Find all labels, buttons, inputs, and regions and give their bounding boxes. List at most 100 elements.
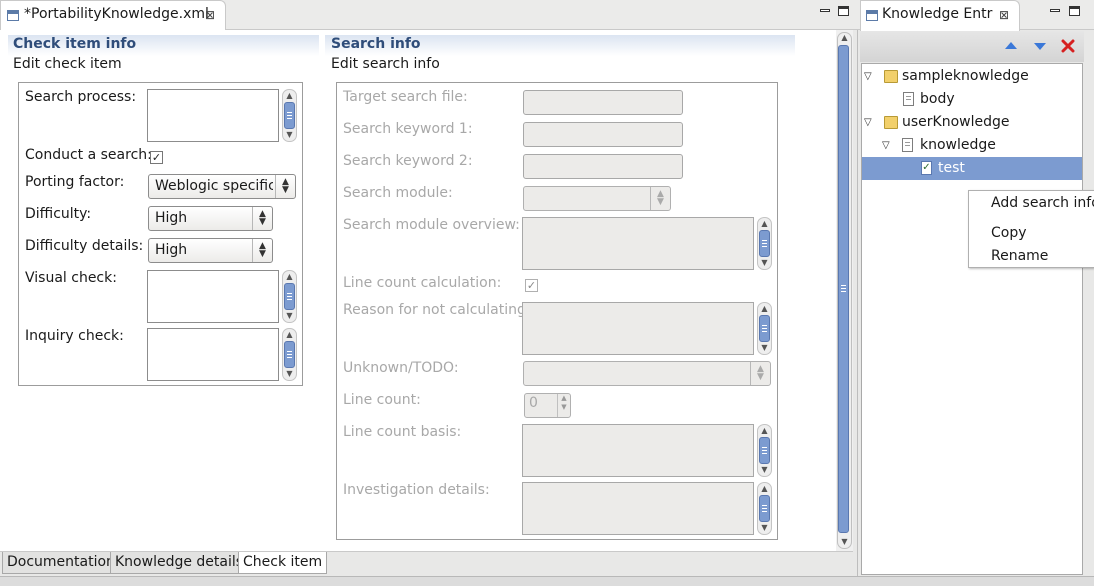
close-icon[interactable]: ⊠: [999, 8, 1009, 22]
porting-factor-label: Porting factor:: [25, 174, 125, 190]
expanded-twisty-icon[interactable]: ▽: [864, 65, 872, 88]
menu-item-rename[interactable]: Rename: [991, 248, 1048, 264]
menu-item-add-search-info[interactable]: Add search info: [991, 195, 1094, 211]
investigation-details-field[interactable]: [522, 482, 754, 535]
file-icon: [902, 138, 913, 152]
target-search-file-label: Target search file:: [343, 89, 468, 105]
search-info-group: Target search file: Search keyword 1: Se…: [336, 82, 778, 540]
folder-icon: [884, 116, 898, 129]
chevron-updown-icon: ▲ ▼: [750, 362, 770, 385]
maximize-icon[interactable]: [838, 6, 849, 16]
difficulty-details-label: Difficulty details:: [25, 238, 144, 254]
search-module-select[interactable]: ▲ ▼: [523, 186, 671, 211]
maximize-icon[interactable]: [1069, 6, 1080, 16]
inquiry-check-label: Inquiry check:: [25, 328, 124, 344]
conduct-search-label: Conduct a search:: [25, 147, 152, 163]
search-module-label: Search module:: [343, 185, 453, 201]
editor-tab[interactable]: *PortabilityKnowledge.xml ⊠: [0, 0, 226, 31]
unknown-todo-label: Unknown/TODO:: [343, 360, 459, 376]
arrow-down-icon[interactable]: [1033, 42, 1047, 51]
difficulty-value: High: [155, 210, 188, 226]
xml-file-icon: [7, 10, 19, 21]
search-module-overview-field[interactable]: [522, 217, 754, 270]
search-keyword-2-field[interactable]: [523, 154, 683, 179]
scroll-down-icon[interactable]: ▼: [837, 537, 852, 546]
knowledge-view-toolbar: [860, 31, 1084, 62]
tree-item-userknowledge[interactable]: ▽ userKnowledge: [862, 111, 1082, 134]
tree-item-label: knowledge: [920, 137, 996, 153]
tree-item-label: userKnowledge: [902, 114, 1010, 130]
editor-vertical-scrollbar[interactable]: ▲ ▼: [836, 30, 853, 551]
knowledge-view-tab[interactable]: Knowledge Entr ⊠: [860, 0, 1020, 31]
tree-item-test[interactable]: ✓ test: [862, 157, 1082, 180]
check-item-section-description: Edit check item: [13, 56, 122, 72]
knowledge-view-title: Knowledge Entr: [882, 6, 993, 22]
unknown-todo-select[interactable]: ▲ ▼: [523, 361, 771, 386]
expanded-twisty-icon[interactable]: ▽: [864, 111, 872, 134]
tab-knowledge-details[interactable]: Knowledge details: [110, 552, 249, 574]
chevron-updown-icon: ▲ ▼: [252, 207, 272, 230]
search-module-overview-scrollbar[interactable]: ▲ ▼: [757, 217, 772, 270]
search-keyword-1-field[interactable]: [523, 122, 683, 147]
inquiry-check-scrollbar[interactable]: ▲ ▼: [282, 328, 297, 381]
view-icon: [866, 10, 878, 21]
delete-icon[interactable]: [1061, 39, 1075, 53]
investigation-details-scrollbar[interactable]: ▲ ▼: [757, 482, 772, 535]
scroll-thumb[interactable]: [838, 45, 849, 533]
line-count-basis-scrollbar[interactable]: ▲ ▼: [757, 424, 772, 477]
reason-not-calculating-field[interactable]: [522, 302, 754, 355]
porting-factor-select[interactable]: Weblogic specific ▲ ▼: [148, 174, 296, 199]
minimize-icon[interactable]: [1050, 9, 1060, 12]
line-count-value: 0: [529, 395, 538, 411]
reason-not-calculating-label: Reason for not calculating:: [343, 302, 531, 318]
visual-check-label: Visual check:: [25, 270, 117, 286]
spinner-arrows-icon[interactable]: ▲ ▼: [557, 394, 570, 417]
inquiry-check-field[interactable]: [147, 328, 279, 381]
porting-factor-value: Weblogic specific: [155, 178, 273, 194]
line-count-label: Line count:: [343, 392, 421, 408]
close-icon[interactable]: ⊠: [205, 8, 215, 22]
conduct-search-checkbox[interactable]: ✓: [150, 151, 163, 164]
line-count-spinner[interactable]: 0 ▲ ▼: [524, 393, 571, 418]
check-item-section-title[interactable]: Check item info: [13, 36, 136, 52]
search-process-scrollbar[interactable]: ▲ ▼: [282, 89, 297, 142]
tab-check-item[interactable]: Check item: [238, 552, 328, 574]
arrow-up-icon[interactable]: [1004, 41, 1018, 50]
reason-not-calculating-scrollbar[interactable]: ▲ ▼: [757, 302, 772, 355]
chevron-updown-icon: ▲ ▼: [252, 239, 272, 262]
line-count-basis-field[interactable]: [522, 424, 754, 477]
check-item-file-icon: ✓: [921, 161, 932, 175]
editor-tab-title: *PortabilityKnowledge.xml: [24, 6, 209, 22]
tree-item-label: body: [920, 91, 955, 107]
status-strip: [0, 576, 1094, 586]
tree-item-label: sampleknowledge: [902, 68, 1029, 84]
minimize-icon[interactable]: [820, 9, 830, 12]
visual-check-field[interactable]: [147, 270, 279, 323]
scroll-up-icon[interactable]: ▲: [837, 33, 852, 42]
tab-documentation[interactable]: Documentation: [2, 552, 120, 574]
search-info-section-title[interactable]: Search info: [331, 36, 421, 52]
difficulty-select[interactable]: High ▲ ▼: [148, 206, 273, 231]
visual-check-scrollbar[interactable]: ▲ ▼: [282, 270, 297, 323]
tree-item-sampleknowledge[interactable]: ▽ sampleknowledge: [862, 65, 1082, 88]
tree-item-body[interactable]: body: [862, 88, 1082, 111]
search-process-field[interactable]: [147, 89, 279, 142]
search-keyword-2-label: Search keyword 2:: [343, 153, 473, 169]
tree-item-knowledge[interactable]: ▽ knowledge: [862, 134, 1082, 157]
difficulty-details-value: High: [155, 242, 188, 258]
knowledge-tree[interactable]: ▽ sampleknowledge body ▽ userKnowledge ▽…: [861, 63, 1083, 575]
line-count-calculation-checkbox[interactable]: ✓: [525, 279, 538, 292]
check-item-group: Search process: ▲ ▼ Conduct a search: ✓ P…: [18, 82, 303, 386]
target-search-file-field[interactable]: [523, 90, 683, 115]
difficulty-label: Difficulty:: [25, 206, 92, 222]
expanded-twisty-icon[interactable]: ▽: [882, 134, 890, 157]
editor-page-tabs: Documentation Knowledge details Check it…: [0, 551, 853, 574]
difficulty-details-select[interactable]: High ▲ ▼: [148, 238, 273, 263]
menu-item-copy[interactable]: Copy: [991, 225, 1027, 241]
search-module-overview-label: Search module overview:: [343, 217, 520, 233]
editor-content: Check item info Edit check item Search p…: [0, 30, 836, 551]
file-icon: [903, 92, 914, 106]
line-count-calculation-label: Line count calculation:: [343, 275, 502, 291]
folder-icon: [884, 70, 898, 83]
line-count-basis-label: Line count basis:: [343, 424, 462, 440]
